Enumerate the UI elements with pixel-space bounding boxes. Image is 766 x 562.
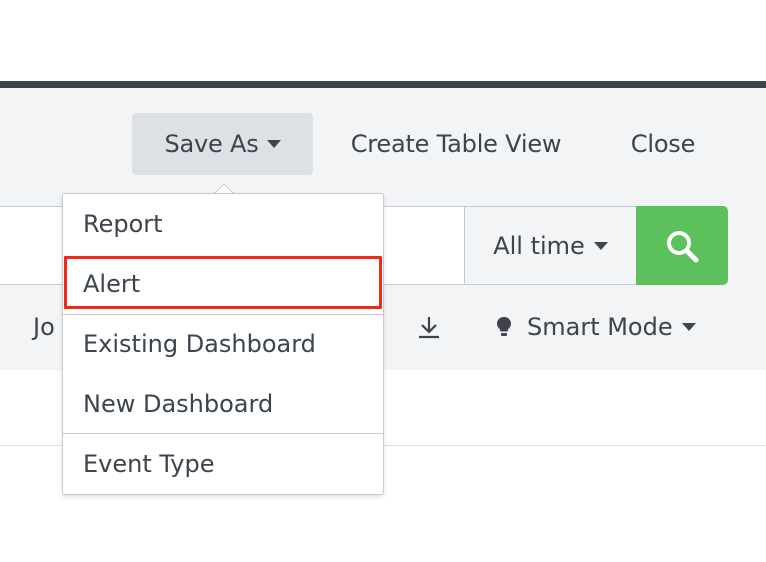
alert-highlight-box (64, 256, 382, 309)
save-as-button[interactable]: Save As (132, 113, 313, 175)
export-button[interactable] (416, 305, 442, 349)
job-menu[interactable]: Jo (33, 305, 55, 349)
top-nav-bar (0, 81, 766, 88)
menu-item-report[interactable]: Report (63, 194, 383, 254)
caret-down-icon (266, 140, 281, 148)
time-range-label: All time (493, 231, 585, 260)
bulb-icon (497, 317, 511, 336)
search-mode-label: Smart Mode (527, 313, 673, 341)
menu-item-existing-dashboard[interactable]: Existing Dashboard (63, 314, 383, 374)
close-button[interactable]: Close (612, 113, 714, 175)
time-range-picker[interactable]: All time (465, 206, 637, 285)
caret-down-icon (681, 323, 696, 331)
menu-item-new-dashboard[interactable]: New Dashboard (63, 374, 383, 434)
search-button[interactable] (636, 206, 728, 285)
download-icon (419, 317, 439, 339)
caret-down-icon (593, 241, 608, 250)
save-as-label: Save As (164, 130, 259, 158)
search-icon (667, 230, 699, 262)
menu-item-event-type[interactable]: Event Type (63, 434, 383, 494)
job-menu-label: Jo (33, 313, 55, 341)
save-as-dropdown-menu: Report Alert Existing Dashboard New Dash… (62, 193, 384, 495)
search-mode-selector[interactable]: Smart Mode (495, 305, 696, 349)
create-table-view-button[interactable]: Create Table View (330, 113, 582, 175)
